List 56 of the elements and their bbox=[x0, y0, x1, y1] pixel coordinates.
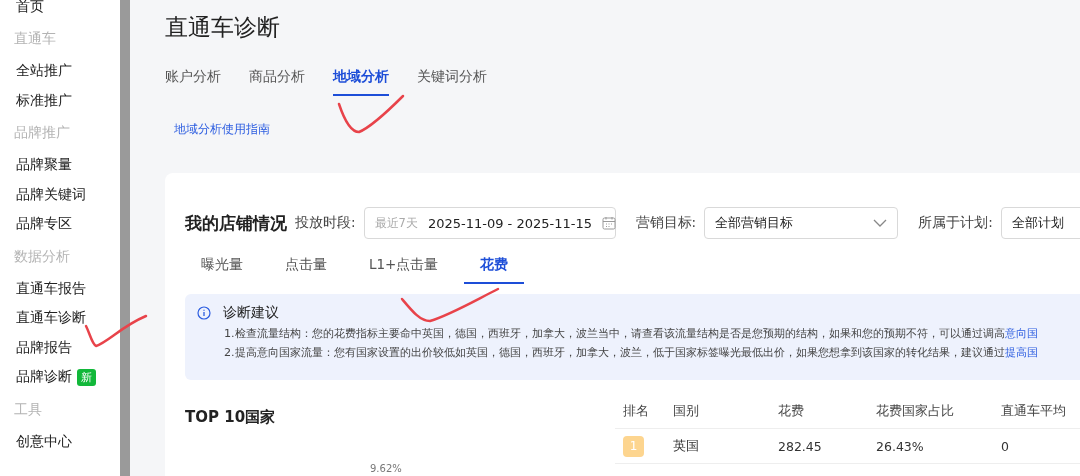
tab[interactable]: 账户分析 bbox=[165, 62, 221, 96]
tab[interactable]: 地域分析 bbox=[333, 62, 389, 96]
sidebar-item[interactable]: 品牌诊断 bbox=[16, 368, 72, 387]
tab[interactable]: 商品分析 bbox=[249, 62, 305, 96]
filter-label: 所属于计划: bbox=[918, 214, 993, 232]
metric-tab[interactable]: 曝光量 bbox=[185, 251, 259, 284]
advice-text: 1.检查流量结构：您的花费指标主要命中英国，德国，西班牙，加拿大，波兰当中，请查看该流量结构是否是您预期的结构，如果和您的预期不符，可以通过调高意向国 bbox=[224, 327, 1039, 341]
sidebar-item[interactable]: 品牌报告 bbox=[16, 338, 72, 357]
sidebar-group-label: 工具 bbox=[14, 400, 42, 419]
section-heading: 我的店铺情况 bbox=[185, 211, 287, 235]
sidebar-item[interactable]: 品牌专区 bbox=[16, 215, 72, 234]
select-field[interactable]: 全部营销目标 bbox=[704, 207, 899, 239]
sidebar-item[interactable]: 品牌关键词 bbox=[16, 185, 86, 204]
table-cell: 26.43% bbox=[868, 429, 993, 464]
column-header: 花费国家占比 bbox=[868, 394, 993, 429]
info-icon bbox=[197, 306, 211, 320]
chart-title: TOP 10国家 bbox=[185, 408, 277, 427]
tab[interactable]: 关键词分析 bbox=[417, 62, 487, 96]
advice-link[interactable]: 提高国 bbox=[1004, 346, 1038, 359]
column-header: 花费 bbox=[770, 394, 868, 429]
sidebar-item[interactable]: 首页 bbox=[16, 0, 44, 16]
sidebar-item[interactable]: 全站推广 bbox=[16, 62, 72, 81]
calendar-icon bbox=[601, 216, 616, 230]
sidebar-item[interactable]: 直通车诊断 bbox=[16, 309, 86, 328]
date-range-field[interactable]: 最近7天 2025-11-09 - 2025-11-15 bbox=[363, 207, 616, 239]
sidebar-item[interactable]: 直通车报告 bbox=[16, 279, 86, 298]
advice-link[interactable]: 意向国 bbox=[1004, 327, 1038, 340]
sidebar-group-label: 品牌推广 bbox=[14, 124, 70, 142]
new-badge: 新 bbox=[77, 368, 96, 386]
column-header: 国别 bbox=[665, 394, 770, 429]
metric-tab[interactable]: 花费 bbox=[464, 251, 525, 284]
advice-text: 2.提高意向国家流量：您有国家设置的出价较低如英国，德国，西班牙，加拿大，波兰，低于国家标签曝光最低出价，如果您想拿到该国家的转化结果，建议通过提高国 bbox=[224, 346, 1039, 360]
sidebar-item[interactable]: 品牌聚量 bbox=[16, 156, 72, 175]
table-cell: 0 bbox=[993, 429, 1080, 464]
column-header: 直通车平均 bbox=[993, 394, 1080, 429]
guide-link[interactable]: 地域分析使用指南 bbox=[174, 122, 1080, 137]
checkmark-annotation bbox=[337, 94, 405, 134]
filter-label: 投放时段: bbox=[295, 214, 356, 232]
filter-label: 营销目标: bbox=[635, 214, 697, 232]
column-header: 排名 bbox=[615, 394, 665, 429]
sidebar-group-label: 直通车 bbox=[14, 30, 56, 48]
metric-tab[interactable]: 点击量 bbox=[269, 251, 343, 284]
table-cell: 282.45 bbox=[770, 429, 868, 464]
sidebar-group-label: 数据分析 bbox=[14, 247, 70, 266]
checkmark-annotation bbox=[84, 314, 148, 348]
chart-label: 9.62% bbox=[370, 463, 403, 474]
page-title: 直通车诊断 bbox=[165, 13, 281, 42]
sidebar-item[interactable]: 创意中心 bbox=[16, 432, 72, 451]
table-cell: 英国 bbox=[665, 429, 770, 464]
chevron-down-icon bbox=[873, 219, 888, 227]
sidebar-item[interactable]: 标准推广 bbox=[16, 91, 72, 110]
scrollbar[interactable] bbox=[120, 0, 130, 476]
metric-tab[interactable]: L1+点击量 bbox=[353, 251, 455, 284]
advice-title: 诊断建议 bbox=[223, 304, 279, 322]
select-field[interactable]: 全部计划 bbox=[1000, 207, 1080, 239]
rank-badge: 1 bbox=[623, 435, 644, 457]
